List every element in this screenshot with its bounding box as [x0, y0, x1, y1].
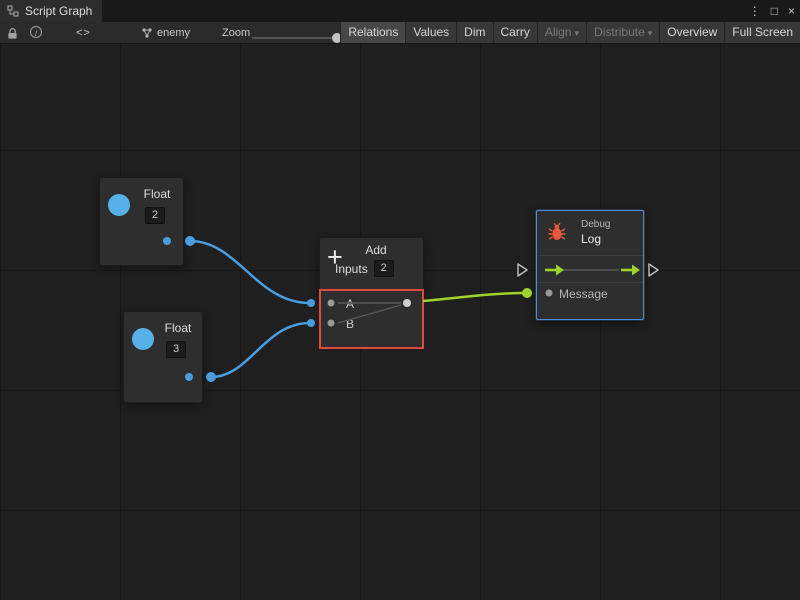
graph-toolbar: i <> enemy Zoom 1x Relations Values Dim … [0, 22, 800, 44]
wire1-end-dot[interactable] [307, 299, 315, 307]
bug-icon [547, 222, 567, 242]
align-button[interactable]: Align▾ [537, 22, 586, 43]
graph-canvas[interactable]: Float 2 Float 3 + Add Inputs 2 A B Debug [0, 44, 800, 600]
port-a-label: A [346, 297, 354, 311]
message-port-label: Message [559, 287, 608, 301]
graph-asset-icon [141, 27, 153, 39]
inputs-count-input[interactable]: 2 [374, 260, 394, 277]
float-value-input[interactable]: 2 [145, 207, 165, 224]
distribute-button[interactable]: Distribute▾ [586, 22, 659, 43]
node-add[interactable]: + Add Inputs 2 [320, 238, 423, 290]
wire2-start-dot[interactable] [206, 372, 216, 382]
tab-script-graph[interactable]: Script Graph [0, 0, 102, 22]
info-icon[interactable]: i [30, 26, 42, 39]
graph-name-label[interactable]: enemy [157, 27, 190, 39]
carry-button[interactable]: Carry [493, 22, 537, 43]
flow-input-triangle[interactable] [518, 264, 527, 276]
float-icon [132, 328, 154, 350]
debug-flow-row [537, 255, 643, 283]
node-title: Float [136, 187, 178, 201]
node-title: Log [581, 232, 601, 246]
wire-float1-to-add-a[interactable] [190, 241, 310, 303]
values-button[interactable]: Values [405, 22, 456, 43]
tab-title: Script Graph [25, 4, 92, 18]
add-ports-highlight[interactable]: A B [319, 289, 424, 349]
close-icon[interactable]: × [788, 0, 795, 22]
overview-button[interactable]: Overview [659, 22, 724, 43]
maximize-icon[interactable]: □ [771, 0, 778, 22]
node-float-2[interactable]: Float 3 [124, 312, 202, 402]
wire3-end-dot[interactable] [522, 288, 532, 298]
window-titlebar: Script Graph ⋮ □ × [0, 0, 800, 22]
debug-node-header: Debug Log [537, 211, 643, 256]
wire2-end-dot[interactable] [307, 319, 315, 327]
inputs-label: Inputs [335, 262, 368, 276]
node-float-1[interactable]: Float 2 [100, 178, 183, 265]
code-view-icon[interactable]: <> [76, 27, 91, 39]
zoom-slider[interactable] [252, 37, 344, 39]
chevron-down-icon: ▾ [648, 28, 653, 38]
script-graph-icon [7, 5, 19, 17]
node-title: Float [157, 321, 199, 335]
zoom-label: Zoom [222, 27, 250, 39]
window-controls: ⋮ □ × [749, 0, 795, 22]
wire-float2-to-add-b[interactable] [211, 323, 310, 377]
node-debug-log[interactable]: Debug Log Message [536, 210, 644, 320]
node-category: Debug [581, 219, 610, 230]
chevron-down-icon: ▾ [575, 28, 580, 38]
node-title: Add [350, 243, 402, 257]
lock-icon[interactable] [7, 27, 18, 40]
float-value-input[interactable]: 3 [166, 341, 186, 358]
fullscreen-button[interactable]: Full Screen [724, 22, 800, 43]
float-icon [108, 194, 130, 216]
flow-output-triangle[interactable] [649, 264, 658, 276]
window-menu-icon[interactable]: ⋮ [749, 0, 761, 22]
port-b-label: B [346, 317, 354, 331]
toolbar-buttons: Relations Values Dim Carry Align▾ Distri… [340, 22, 800, 43]
wire1-start-dot[interactable] [185, 236, 195, 246]
dim-button[interactable]: Dim [456, 22, 492, 43]
relations-button[interactable]: Relations [340, 22, 405, 43]
wire-add-to-debug-message[interactable] [423, 293, 524, 301]
